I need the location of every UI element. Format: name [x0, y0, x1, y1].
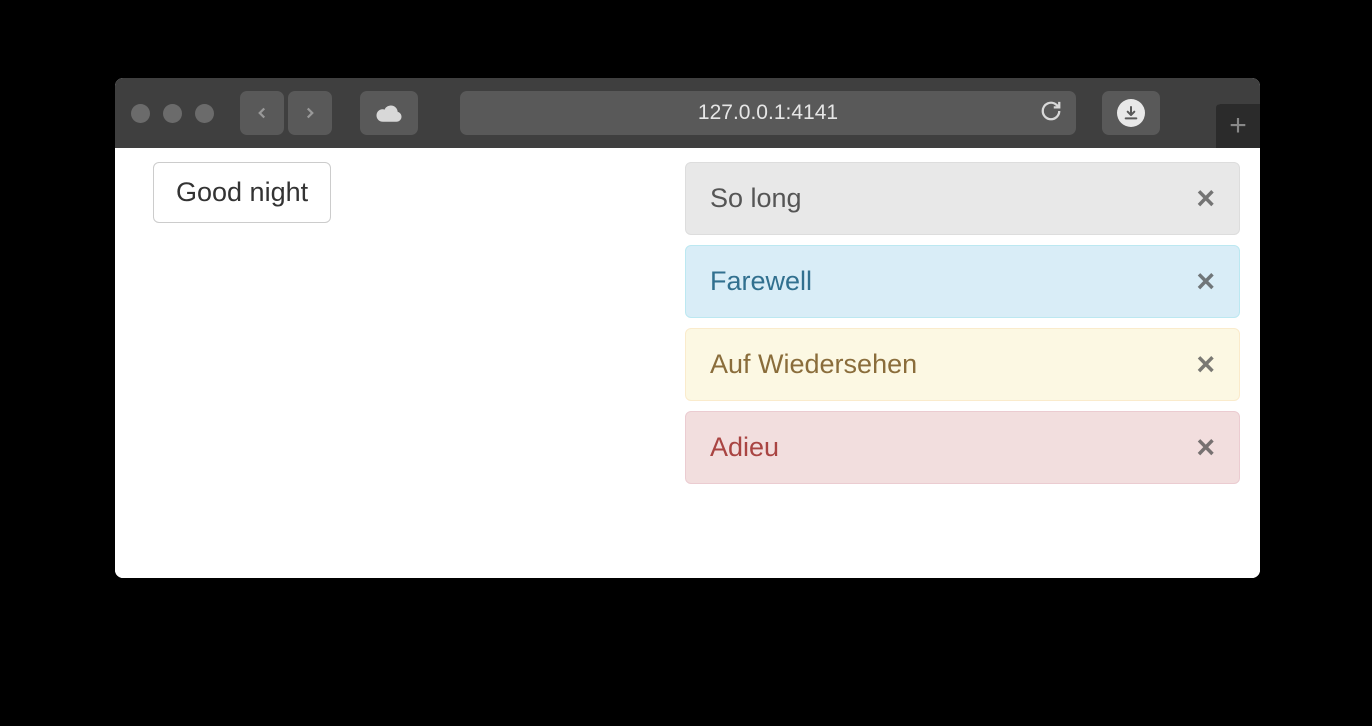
minimize-window-button[interactable] [163, 104, 182, 123]
chevron-left-icon [253, 104, 271, 122]
alert-item: Farewell × [685, 245, 1240, 318]
reload-icon [1040, 100, 1062, 122]
close-icon[interactable]: × [1196, 355, 1215, 374]
alert-item: Auf Wiedersehen × [685, 328, 1240, 401]
close-window-button[interactable] [131, 104, 150, 123]
close-icon[interactable]: × [1196, 189, 1215, 208]
address-text: 127.0.0.1:4141 [698, 101, 838, 125]
nav-buttons [240, 91, 332, 135]
downloads-button[interactable] [1102, 91, 1160, 135]
close-icon[interactable]: × [1196, 272, 1215, 291]
back-button[interactable] [240, 91, 284, 135]
reload-button[interactable] [1040, 100, 1062, 127]
address-bar[interactable]: 127.0.0.1:4141 [460, 91, 1076, 135]
plus-icon: + [1229, 109, 1247, 143]
cloud-button[interactable] [360, 91, 418, 135]
download-icon [1117, 99, 1145, 127]
good-night-button[interactable]: Good night [153, 162, 331, 223]
right-column: So long × Farewell × Auf Wiedersehen × A… [685, 162, 1240, 564]
alert-text: Auf Wiedersehen [710, 349, 917, 380]
alert-item: So long × [685, 162, 1240, 235]
forward-button[interactable] [288, 91, 332, 135]
browser-window: 127.0.0.1:4141 + Good night So long × [115, 78, 1260, 578]
alert-item: Adieu × [685, 411, 1240, 484]
browser-titlebar: 127.0.0.1:4141 + [115, 78, 1260, 148]
close-icon[interactable]: × [1196, 438, 1215, 457]
page-content: Good night So long × Farewell × Auf Wied… [115, 148, 1260, 578]
left-column: Good night [135, 162, 665, 564]
maximize-window-button[interactable] [195, 104, 214, 123]
window-controls [131, 104, 214, 123]
chevron-right-icon [301, 104, 319, 122]
alert-text: Farewell [710, 266, 812, 297]
alert-text: So long [710, 183, 802, 214]
alert-text: Adieu [710, 432, 779, 463]
new-tab-button[interactable]: + [1216, 104, 1260, 148]
cloud-icon [374, 103, 404, 123]
